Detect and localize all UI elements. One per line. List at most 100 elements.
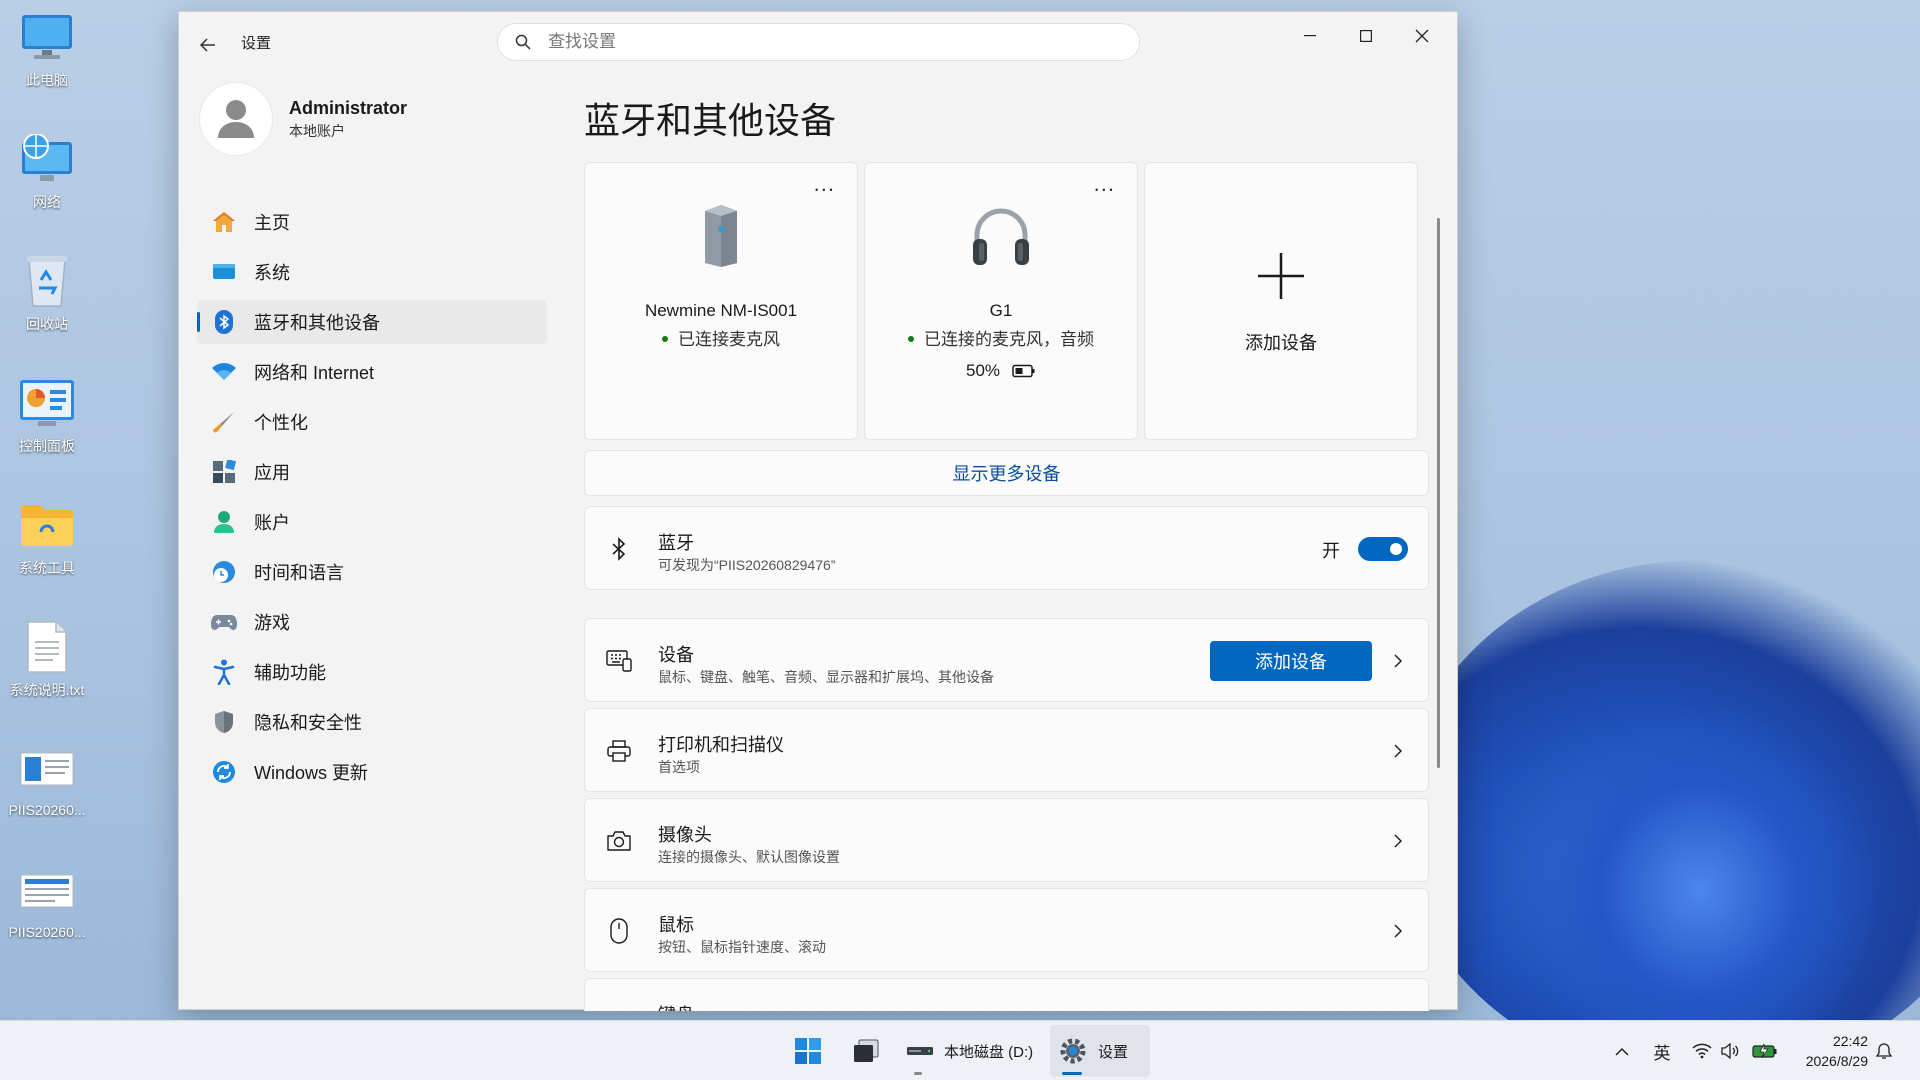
row-title: 蓝牙	[658, 533, 694, 553]
shield-icon	[211, 709, 237, 735]
device-card-newmine[interactable]: ... Newmine NM-IS001 已连接麦克风	[584, 162, 858, 440]
desktop-icon-label: 系统工具	[19, 560, 75, 576]
battery-percent: 50%	[965, 361, 1001, 380]
connected-status-dot	[908, 335, 914, 342]
row-subtitle: 连接的摄像头、默认图像设置	[658, 849, 840, 865]
wifi-tray-icon[interactable]	[1690, 1039, 1714, 1063]
desktop-icon-readme[interactable]: 系统说明.txt	[2, 618, 92, 714]
battery-charging-icon[interactable]	[1750, 1039, 1780, 1063]
sidebar-item-accounts[interactable]: 账户	[197, 500, 547, 544]
image-file-icon	[18, 862, 76, 920]
account-icon	[211, 509, 237, 535]
more-options-button[interactable]: ...	[814, 171, 835, 197]
bluetooth-toggle[interactable]	[1358, 537, 1408, 561]
start-button[interactable]	[788, 1021, 828, 1080]
close-button[interactable]	[1399, 18, 1445, 54]
taskbar-app-label: 设置	[1098, 1043, 1129, 1061]
headphones-icon	[865, 203, 1137, 279]
device-card-g1[interactable]: ... G1 已连接的麦克风，音频 50%	[864, 162, 1138, 440]
sidebar-item-label: 主页	[254, 213, 290, 233]
user-profile[interactable]: Administrator 本地账户	[199, 82, 407, 156]
minimize-button[interactable]	[1287, 18, 1333, 54]
network-globe-icon	[18, 130, 76, 188]
apps-icon	[211, 459, 237, 485]
show-hidden-icons-button[interactable]	[1610, 1039, 1634, 1063]
row-title: 键盘	[658, 1001, 694, 1011]
accessibility-icon	[211, 659, 237, 685]
image-file-icon	[18, 740, 76, 798]
volume-icon[interactable]	[1718, 1039, 1742, 1063]
chevron-right-icon	[1388, 1009, 1408, 1011]
sidebar-item-gaming[interactable]: 游戏	[197, 600, 547, 644]
notification-bell-icon[interactable]	[1872, 1039, 1896, 1063]
printers-setting-row[interactable]: 打印机和扫描仪 首选项	[584, 708, 1429, 792]
keyboard-setting-row[interactable]: 键盘	[584, 978, 1429, 1011]
brush-icon	[211, 409, 237, 435]
search-box[interactable]	[497, 23, 1140, 61]
desktop-icon-label: 网络	[33, 194, 61, 210]
taskbar-app-label: 本地磁盘 (D:)	[944, 1043, 1034, 1061]
sidebar-item-windows-update[interactable]: Windows 更新	[197, 750, 547, 794]
home-icon	[211, 209, 237, 235]
search-input[interactable]	[548, 32, 1108, 52]
taskbar-app-settings[interactable]: 设置	[1050, 1025, 1150, 1077]
device-status: 已连接的麦克风，音频	[865, 325, 1137, 350]
sidebar-nav: 主页 系统 蓝牙和其他设备 网络和 Internet 个性化 应用 账户 时间和…	[197, 200, 547, 800]
sidebar-item-label: 网络和 Internet	[254, 363, 375, 383]
task-view-button[interactable]	[846, 1021, 886, 1080]
sidebar-item-bluetooth[interactable]: 蓝牙和其他设备	[197, 300, 547, 344]
desktop-icon-screenshot-2[interactable]: PIIS20260...	[2, 862, 92, 958]
row-subtitle: 首选项	[658, 759, 700, 775]
desktop-icon-this-pc[interactable]: 此电脑	[2, 8, 92, 104]
desktop-icon-label: 控制面板	[19, 438, 75, 454]
printer-icon	[605, 737, 633, 765]
text-file-icon	[18, 618, 76, 676]
sidebar-item-network[interactable]: 网络和 Internet	[197, 350, 547, 394]
control-panel-icon	[18, 374, 76, 432]
sidebar-item-accessibility[interactable]: 辅助功能	[197, 650, 547, 694]
add-device-label: 添加设备	[1245, 333, 1317, 353]
search-icon	[514, 33, 532, 51]
sidebar-item-label: 时间和语言	[254, 563, 344, 583]
bluetooth-icon	[605, 535, 633, 563]
speaker-device-icon	[585, 203, 857, 279]
desktop-icon-recycle-bin[interactable]: 回收站	[2, 252, 92, 348]
desktop-icon-network[interactable]: 网络	[2, 130, 92, 226]
sidebar-item-personalization[interactable]: 个性化	[197, 400, 547, 444]
mouse-setting-row[interactable]: 鼠标 按钮、鼠标指针速度、滚动	[584, 888, 1429, 972]
sidebar-item-home[interactable]: 主页	[197, 200, 547, 244]
row-title: 设备	[658, 645, 694, 665]
user-avatar-icon	[218, 100, 254, 138]
sidebar-item-apps[interactable]: 应用	[197, 450, 547, 494]
desktop-icon-label: 回收站	[26, 316, 68, 332]
camera-setting-row[interactable]: 摄像头 连接的摄像头、默认图像设置	[584, 798, 1429, 882]
profile-name: Administrator	[289, 97, 408, 118]
system-clock[interactable]: 22:42 2026/8/29	[1806, 1031, 1868, 1071]
monitor-icon	[18, 8, 76, 66]
add-device-card[interactable]: 添加设备	[1144, 162, 1418, 440]
desktop-icon-screenshot-1[interactable]: PIIS20260...	[2, 740, 92, 836]
sidebar-item-time-language[interactable]: 时间和语言	[197, 550, 547, 594]
back-button[interactable]	[193, 30, 223, 60]
desktop-icon-system-tools[interactable]: 系统工具	[2, 496, 92, 592]
desktop-icon-label: 系统说明.txt	[9, 682, 85, 698]
running-indicator	[914, 1072, 922, 1075]
drive-icon	[907, 1047, 933, 1055]
desktop-icon-control-panel[interactable]: 控制面板	[2, 374, 92, 470]
settings-window: 设置 Administrator 本地账户 主页	[178, 11, 1458, 1011]
input-method-indicator[interactable]: 英	[1650, 1039, 1674, 1063]
row-title: 摄像头	[658, 825, 712, 845]
maximize-button[interactable]	[1343, 18, 1389, 54]
devices-icon	[605, 647, 633, 675]
sidebar-item-system[interactable]: 系统	[197, 250, 547, 294]
back-arrow-icon	[200, 38, 215, 52]
more-options-button[interactable]: ...	[1094, 171, 1115, 197]
content-scrollbar[interactable]	[1437, 218, 1440, 768]
device-battery: 50%	[865, 361, 1137, 381]
maximize-icon	[1360, 30, 1372, 42]
devices-setting-row[interactable]: 设备 鼠标、键盘、触笔、音频、显示器和扩展坞、其他设备 添加设备	[584, 618, 1429, 702]
add-device-button[interactable]: 添加设备	[1210, 641, 1372, 681]
sidebar-item-label: 游戏	[254, 613, 290, 633]
sidebar-item-privacy[interactable]: 隐私和安全性	[197, 700, 547, 744]
show-more-devices-button[interactable]: 显示更多设备	[584, 450, 1429, 496]
